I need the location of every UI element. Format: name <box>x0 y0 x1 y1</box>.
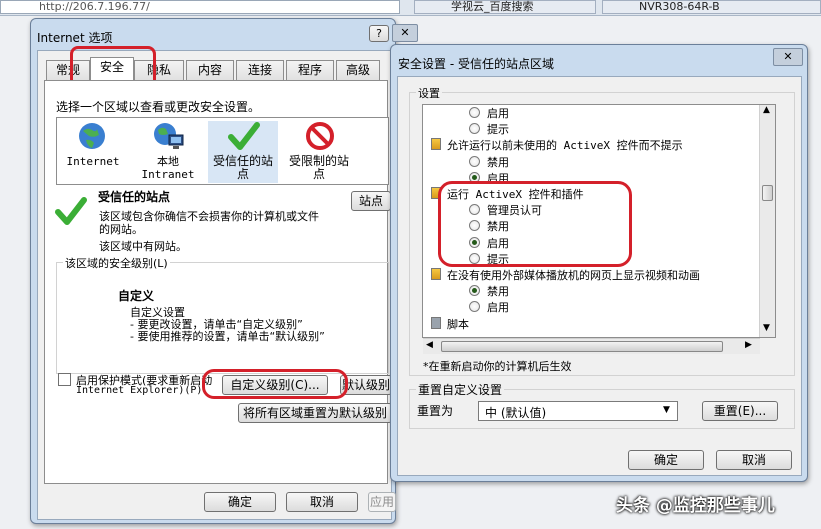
scroll-left-arrow[interactable]: ◀ <box>426 340 433 350</box>
browser-tab-search[interactable]: 学视云_百度搜索 <box>414 0 596 14</box>
custom-level-title: 自定义 <box>118 289 155 303</box>
tab-connections[interactable]: 连接 <box>236 60 284 80</box>
setting-option-label: 禁用 <box>487 155 509 169</box>
security-level-label: 该区域的安全级别(L) <box>63 255 170 271</box>
watermark-text: 头条 @监控那些事儿 <box>616 496 775 516</box>
highlight-custom-level <box>202 369 348 399</box>
settings-group-label: 设置 <box>416 85 442 101</box>
setting-option-label: 启用 <box>487 301 509 315</box>
reset-all-zones-button[interactable]: 将所有区域重置为默认级别 <box>238 403 392 423</box>
zone-restricted-label: 受限制的站 点 <box>288 154 349 181</box>
zone-has-sites: 该区域中有网站。 <box>99 240 187 253</box>
restart-note: *在重新启动你的计算机后生效 <box>423 360 572 373</box>
intranet-icon <box>154 123 184 149</box>
reset-button[interactable]: 重置(E)... <box>702 401 778 421</box>
help-button[interactable]: ? <box>369 25 389 42</box>
radio-button[interactable] <box>469 301 480 313</box>
radio-button[interactable] <box>469 155 480 167</box>
trusted-check-icon <box>55 197 87 225</box>
sites-button[interactable]: 站点 <box>351 191 391 211</box>
setting-option-label: 禁用 <box>487 285 509 299</box>
security-dialog-title: 安全设置 - 受信任的站点区域 <box>398 57 554 71</box>
zone-intranet-label: 本地 Intranet <box>141 155 195 181</box>
setting-option-label: 启用 <box>487 107 509 120</box>
zone-internet[interactable]: Internet <box>62 121 124 181</box>
zone-trusted-label: 受信任的站 点 <box>212 154 273 181</box>
zone-trusted-sites[interactable]: 受信任的站 点 <box>208 121 278 183</box>
setting-icon <box>431 268 441 280</box>
zone-internet-label: Internet <box>66 155 120 168</box>
custom-level-line3: - 要使用推荐的设置，请单击“默认级别” <box>130 330 325 343</box>
scroll-down-arrow[interactable]: ▼ <box>763 323 770 333</box>
reset-to-label: 重置为 <box>417 404 454 418</box>
setting-heading-label: 允许运行以前未使用的 ActiveX 控件而不提示 <box>447 139 683 153</box>
zone-restricted-sites[interactable]: 受限制的站 点 <box>284 121 354 183</box>
tab-programs[interactable]: 程序 <box>286 60 334 80</box>
options-dialog-title: Internet 选项 <box>37 31 113 45</box>
scroll-thumb[interactable] <box>762 185 773 201</box>
zone-title: 受信任的站点 <box>98 190 171 204</box>
check-icon <box>228 122 260 150</box>
browser-tab-nvr[interactable]: NVR308-64R-B <box>602 0 821 14</box>
radio-button[interactable] <box>469 285 480 297</box>
hscroll-thumb[interactable] <box>441 341 723 352</box>
radio-button[interactable] <box>469 107 480 118</box>
options-ok-button[interactable]: 确定 <box>204 492 276 512</box>
security-ok-button[interactable]: 确定 <box>628 450 704 470</box>
restricted-icon <box>306 122 334 150</box>
tab-content[interactable]: 内容 <box>186 60 234 80</box>
security-close-button[interactable]: ✕ <box>773 48 803 66</box>
scroll-right-arrow[interactable]: ▶ <box>745 340 752 350</box>
security-cancel-button[interactable]: 取消 <box>716 450 792 470</box>
setting-heading-label: 脚本 <box>447 317 469 331</box>
highlight-activex-setting <box>438 181 632 267</box>
radio-button[interactable] <box>469 123 480 135</box>
protected-mode-label-2: Internet Explorer)(P) <box>76 385 203 396</box>
setting-option-label: 提示 <box>487 123 509 137</box>
chevron-down-icon: ▼ <box>663 405 670 415</box>
settings-hscrollbar[interactable]: ◀ ▶ <box>423 338 760 354</box>
zone-instruction: 选择一个区域以查看或更改安全设置。 <box>56 100 261 114</box>
options-close-button[interactable]: ✕ <box>392 24 418 42</box>
reset-group-label: 重置自定义设置 <box>416 381 505 398</box>
globe-icon <box>79 123 105 149</box>
scroll-up-arrow[interactable]: ▲ <box>763 105 770 115</box>
options-cancel-button[interactable]: 取消 <box>286 492 358 512</box>
settings-scrollbar[interactable]: ▲ ▼ <box>759 105 775 337</box>
address-bar[interactable]: http://206.7.196.77/ <box>0 0 400 14</box>
tab-advanced[interactable]: 高级 <box>336 60 380 80</box>
script-icon <box>431 316 441 329</box>
apply-button[interactable]: 应用(A) <box>368 492 396 512</box>
zone-local-intranet[interactable]: 本地 Intranet <box>136 121 200 181</box>
setting-icon <box>431 138 441 151</box>
protected-mode-checkbox[interactable] <box>58 373 71 386</box>
setting-heading-label: 在没有使用外部媒体播放机的网页上显示视频和动画 <box>447 269 700 282</box>
zone-description-line2: 的网站。 <box>99 223 143 236</box>
reset-select-value: 中 (默认值) <box>485 406 547 420</box>
reset-level-select[interactable]: 中 (默认值) ▼ <box>478 401 678 421</box>
